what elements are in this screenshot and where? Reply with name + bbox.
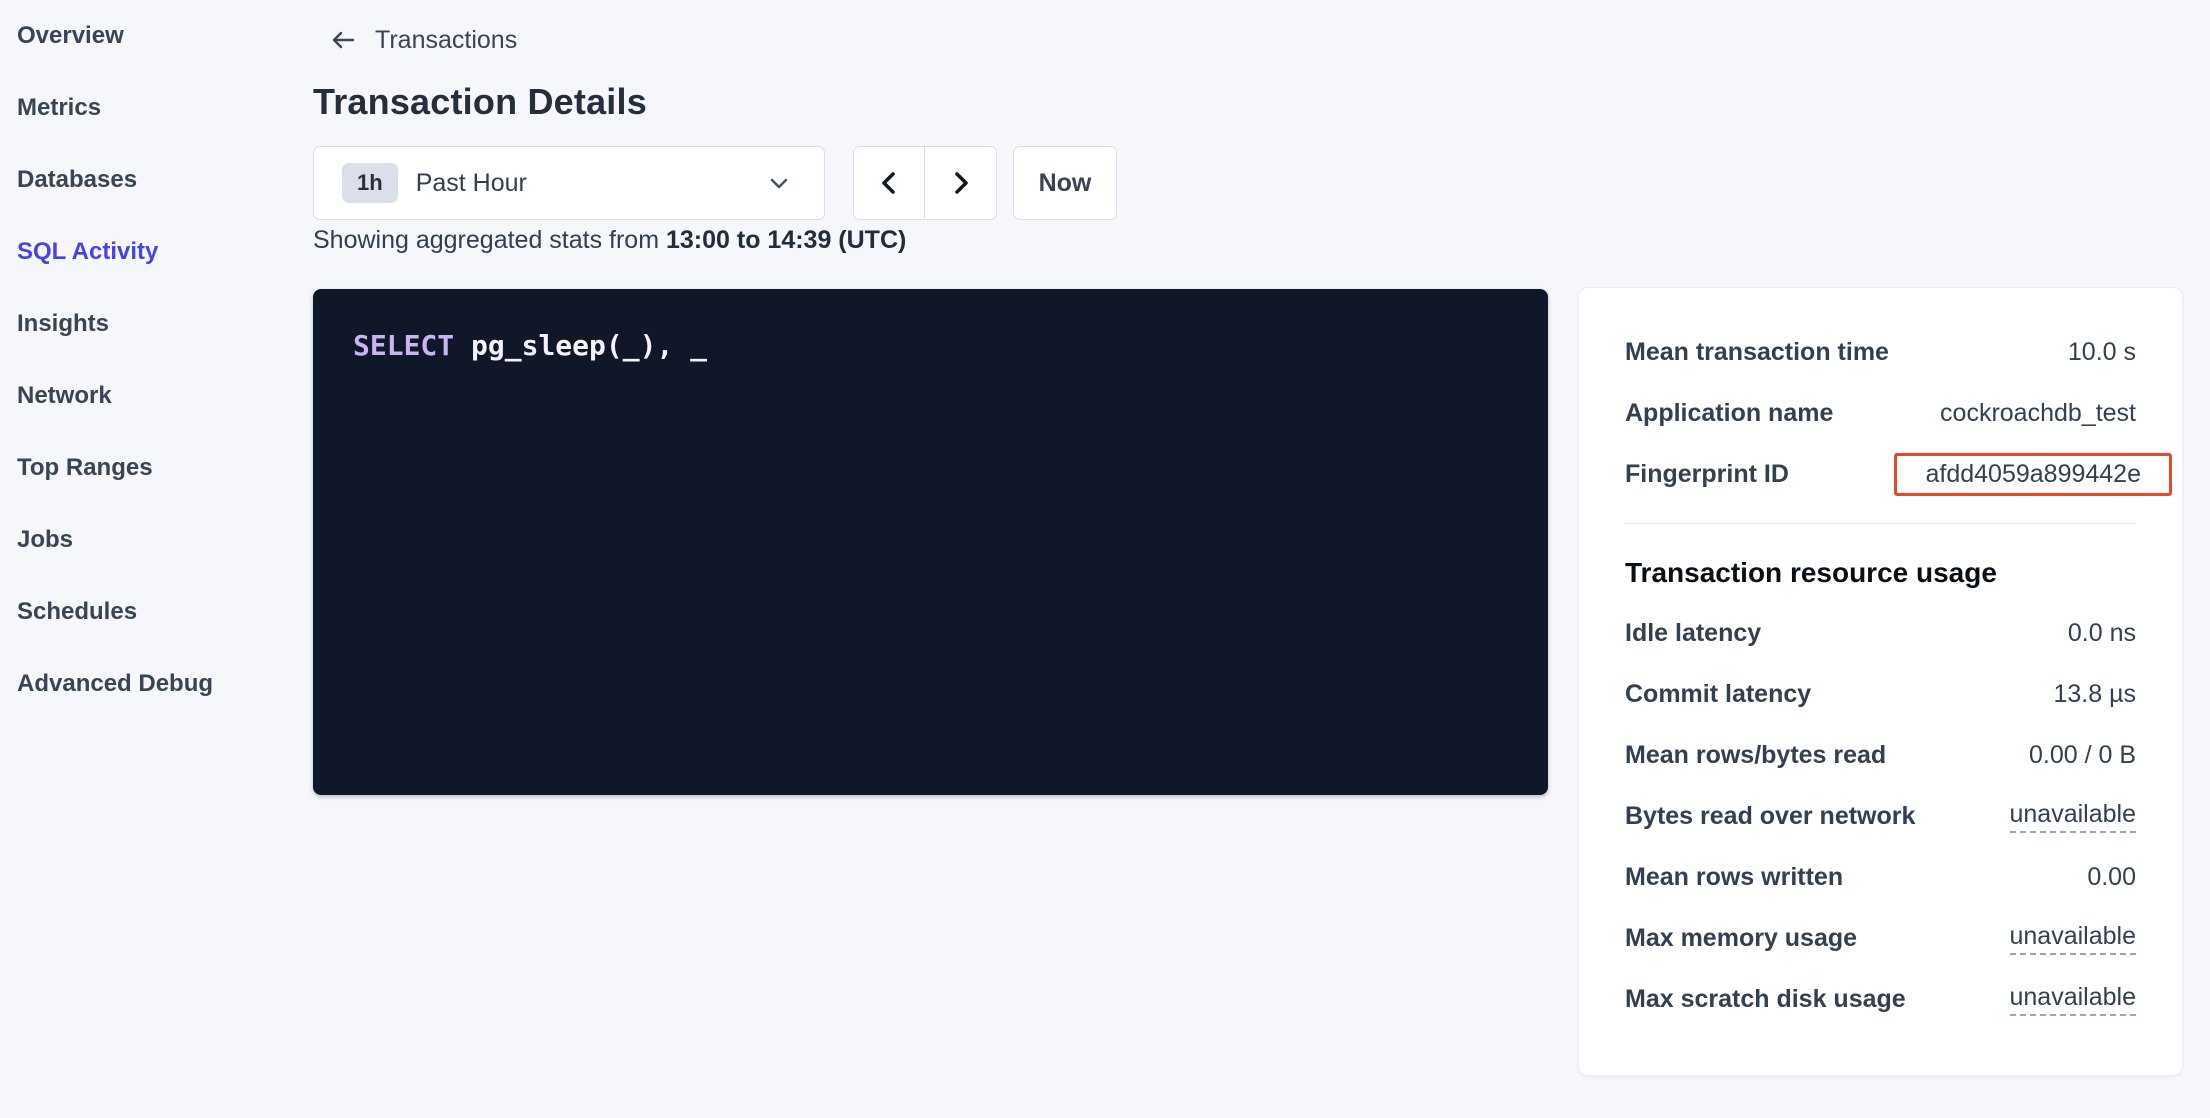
time-step-button-group bbox=[853, 146, 997, 220]
breadcrumb-label[interactable]: Transactions bbox=[375, 26, 517, 55]
mean-transaction-time-value: 10.0 s bbox=[2068, 338, 2136, 367]
aggregated-stats-summary: Showing aggregated stats from 13:00 to 1… bbox=[313, 226, 906, 255]
mean-rows-written-value: 0.00 bbox=[2087, 863, 2136, 892]
sidebar-item-advanced-debug[interactable]: Advanced Debug bbox=[0, 648, 290, 720]
sidebar-item-network[interactable]: Network bbox=[0, 360, 290, 432]
stat-label: Max memory usage bbox=[1625, 924, 1857, 953]
stat-row-mean-rows-written: Mean rows written 0.00 bbox=[1625, 847, 2136, 908]
stat-label: Mean rows/bytes read bbox=[1625, 741, 1886, 770]
stat-row-fingerprint-id: Fingerprint ID afdd4059a899442e bbox=[1625, 444, 2136, 505]
time-range-label: Past Hour bbox=[416, 169, 764, 198]
stat-row-commit-latency: Commit latency 13.8 µs bbox=[1625, 664, 2136, 725]
stat-row-bytes-read-over-network: Bytes read over network unavailable bbox=[1625, 786, 2136, 847]
sidebar-item-overview[interactable]: Overview bbox=[0, 0, 290, 72]
stat-row-idle-latency: Idle latency 0.0 ns bbox=[1625, 603, 2136, 664]
sidebar-item-schedules[interactable]: Schedules bbox=[0, 576, 290, 648]
time-range-dropdown[interactable]: 1h Past Hour bbox=[313, 146, 825, 220]
stat-row-max-scratch-disk-usage: Max scratch disk usage unavailable bbox=[1625, 969, 2136, 1030]
stat-label: Mean rows written bbox=[1625, 863, 1843, 892]
time-range-controls: 1h Past Hour Now bbox=[313, 146, 1117, 220]
sidebar-item-top-ranges[interactable]: Top Ranges bbox=[0, 432, 290, 504]
summary-prefix: Showing aggregated stats from bbox=[313, 226, 666, 254]
stat-label: Mean transaction time bbox=[1625, 338, 1889, 367]
previous-interval-button[interactable] bbox=[854, 147, 925, 219]
application-name-value: cockroachdb_test bbox=[1940, 399, 2136, 428]
stat-row-max-memory-usage: Max memory usage unavailable bbox=[1625, 908, 2136, 969]
stat-label: Max scratch disk usage bbox=[1625, 985, 1906, 1014]
sidebar-item-insights[interactable]: Insights bbox=[0, 288, 290, 360]
breadcrumb[interactable]: Transactions bbox=[328, 20, 517, 60]
stat-label: Commit latency bbox=[1625, 680, 1811, 709]
sql-statement-text: pg_sleep(_), _ bbox=[454, 329, 707, 362]
sidebar-item-jobs[interactable]: Jobs bbox=[0, 504, 290, 576]
chevron-right-icon bbox=[947, 169, 975, 197]
idle-latency-value: 0.0 ns bbox=[2068, 619, 2136, 648]
now-button[interactable]: Now bbox=[1013, 146, 1117, 220]
sidebar-item-databases[interactable]: Databases bbox=[0, 144, 290, 216]
time-range-badge: 1h bbox=[342, 163, 398, 203]
stat-row-application-name: Application name cockroachdb_test bbox=[1625, 383, 2136, 444]
sidebar-item-sql-activity[interactable]: SQL Activity bbox=[0, 216, 290, 288]
stat-label: Idle latency bbox=[1625, 619, 1761, 648]
resource-usage-section-title: Transaction resource usage bbox=[1625, 542, 2136, 603]
transaction-details-card: Mean transaction time 10.0 s Application… bbox=[1578, 287, 2183, 1076]
page-title: Transaction Details bbox=[313, 81, 647, 123]
sidebar: Overview Metrics Databases SQL Activity … bbox=[0, 0, 290, 720]
commit-latency-value: 13.8 µs bbox=[2053, 680, 2136, 709]
max-memory-usage-value: unavailable bbox=[2010, 922, 2137, 955]
chevron-left-icon bbox=[875, 169, 903, 197]
stat-row-mean-rows-bytes-read: Mean rows/bytes read 0.00 / 0 B bbox=[1625, 725, 2136, 786]
stat-label: Bytes read over network bbox=[1625, 802, 1915, 831]
transaction-details-page: Overview Metrics Databases SQL Activity … bbox=[0, 0, 2210, 1118]
stat-label: Application name bbox=[1625, 399, 1833, 428]
next-interval-button[interactable] bbox=[925, 147, 996, 219]
max-scratch-disk-usage-value: unavailable bbox=[2010, 983, 2137, 1016]
bytes-read-over-network-value: unavailable bbox=[2010, 800, 2137, 833]
sql-keyword: SELECT bbox=[353, 329, 454, 362]
sql-statement-box: SELECT pg_sleep(_), _ bbox=[313, 289, 1548, 795]
chevron-down-icon bbox=[764, 168, 794, 198]
stat-row-mean-transaction-time: Mean transaction time 10.0 s bbox=[1625, 322, 2136, 383]
stat-label: Fingerprint ID bbox=[1625, 460, 1789, 489]
summary-time-range: 13:00 to 14:39 (UTC) bbox=[666, 226, 906, 254]
sidebar-item-metrics[interactable]: Metrics bbox=[0, 72, 290, 144]
card-divider bbox=[1625, 523, 2136, 524]
back-arrow-icon[interactable] bbox=[328, 25, 358, 55]
fingerprint-id-value[interactable]: afdd4059a899442e bbox=[1894, 453, 2172, 496]
mean-rows-bytes-read-value: 0.00 / 0 B bbox=[2029, 741, 2136, 770]
